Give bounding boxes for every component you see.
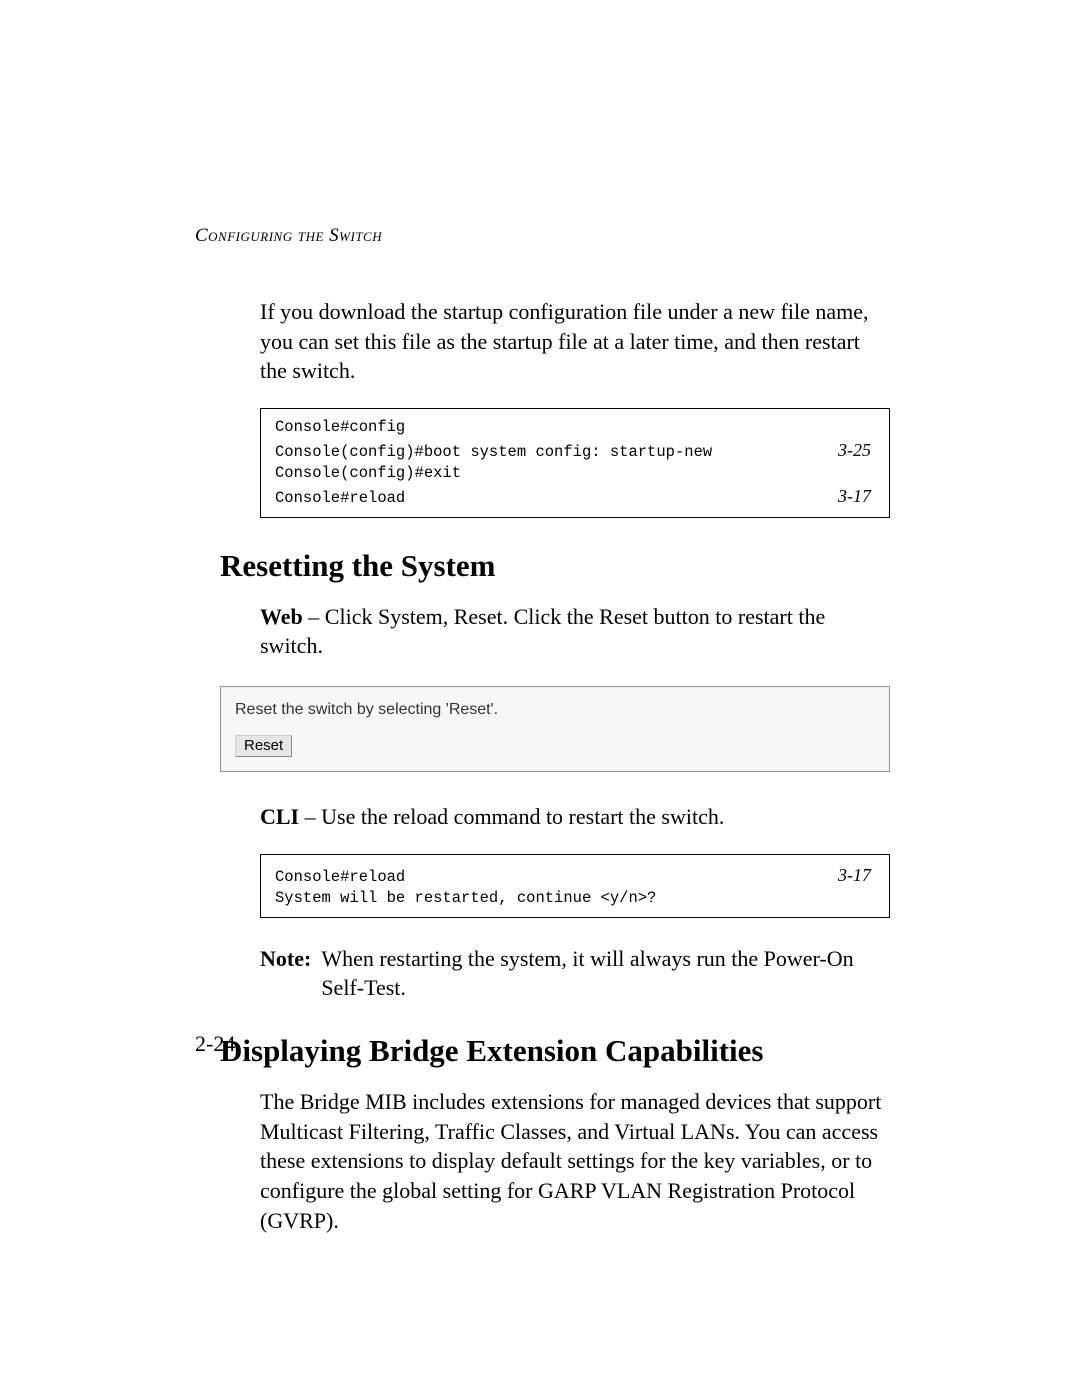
- page-number: 2-24: [195, 1031, 235, 1057]
- note-row: Note: When restarting the system, it wil…: [260, 944, 890, 1003]
- cli-text: – Use the reload command to restart the …: [299, 804, 724, 829]
- code-line: Console#reload 3-17: [275, 484, 875, 509]
- cli-label: CLI: [260, 804, 299, 829]
- code-line: Console(config)#boot system config: star…: [275, 438, 875, 463]
- code-line: System will be restarted, continue <y/n>…: [275, 888, 875, 909]
- intro-paragraph: If you download the startup configuratio…: [260, 297, 890, 386]
- web-text: – Click System, Reset. Click the Reset b…: [260, 604, 825, 659]
- code-line: Console#config: [275, 417, 875, 438]
- code-line: Console#reload 3-17: [275, 863, 875, 888]
- code-block-2: Console#reload 3-17 System will be resta…: [260, 854, 890, 918]
- code-cmd: Console#config: [275, 417, 405, 438]
- web-label: Web: [260, 604, 303, 629]
- heading-bridge-extension: Displaying Bridge Extension Capabilities: [220, 1033, 890, 1069]
- reset-panel-text: Reset the switch by selecting 'Reset'.: [235, 701, 875, 719]
- reset-panel: Reset the switch by selecting 'Reset'. R…: [220, 686, 890, 772]
- running-header: Configuring the Switch: [195, 225, 890, 247]
- code-block-1: Console#config Console(config)#boot syst…: [260, 408, 890, 518]
- bridge-body: The Bridge MIB includes extensions for m…: [260, 1087, 890, 1235]
- code-cmd: Console(config)#exit: [275, 463, 461, 484]
- code-cmd: Console#reload: [275, 488, 405, 509]
- code-ref: 3-17: [838, 484, 875, 508]
- page: Configuring the Switch If you download t…: [0, 0, 1080, 1397]
- reset-button[interactable]: Reset: [235, 735, 292, 757]
- note-text: When restarting the system, it will alwa…: [321, 944, 890, 1003]
- code-line: Console(config)#exit: [275, 463, 875, 484]
- code-cmd: Console(config)#boot system config: star…: [275, 442, 712, 463]
- web-instruction: Web – Click System, Reset. Click the Res…: [260, 602, 890, 661]
- code-cmd: System will be restarted, continue <y/n>…: [275, 888, 656, 909]
- code-ref: 3-25: [838, 438, 875, 462]
- code-cmd: Console#reload: [275, 867, 405, 888]
- code-ref: 3-17: [838, 863, 875, 887]
- cli-instruction: CLI – Use the reload command to restart …: [260, 802, 890, 832]
- note-label: Note:: [260, 944, 311, 1003]
- heading-resetting-system: Resetting the System: [220, 548, 890, 584]
